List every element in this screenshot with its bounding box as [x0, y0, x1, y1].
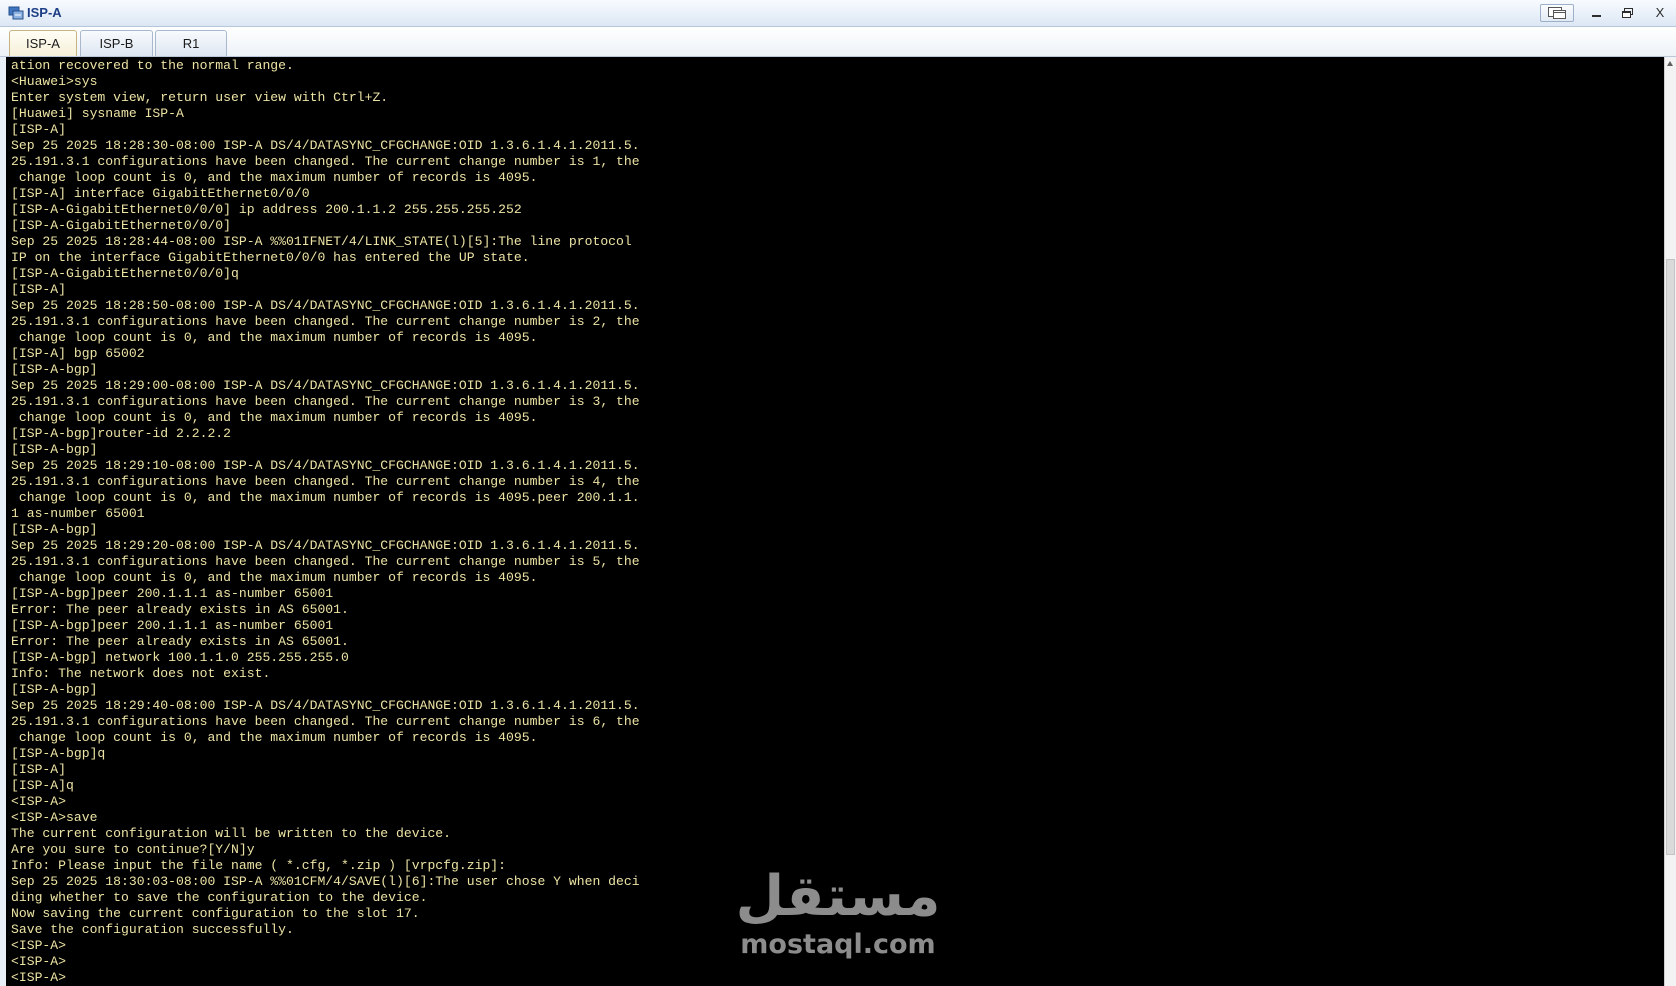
tab-r1[interactable]: R1	[155, 30, 227, 56]
terminal-line: 25.191.3.1 configurations have been chan…	[11, 714, 640, 729]
terminal-line: [ISP-A-bgp]q	[11, 746, 106, 761]
tab-label: R1	[182, 36, 200, 51]
vertical-scrollbar[interactable]	[1664, 57, 1676, 986]
terminal-line: Now saving the current configuration to …	[11, 906, 420, 921]
terminal-line: Error: The peer already exists in AS 650…	[11, 634, 349, 649]
terminal-line: [ISP-A-GigabitEthernet0/0/0] ip address …	[11, 202, 522, 217]
restore-button[interactable]	[1615, 4, 1639, 22]
terminal-line: Sep 25 2025 18:28:50-08:00 ISP-A DS/4/DA…	[11, 298, 640, 313]
scrollbar-thumb[interactable]	[1666, 259, 1675, 855]
tab-isp-b[interactable]: ISP-B	[80, 30, 153, 56]
terminal-line: [Huawei] sysname ISP-A	[11, 106, 184, 121]
terminal-line: <ISP-A>	[11, 970, 67, 985]
terminal-line: change loop count is 0, and the maximum …	[11, 570, 538, 585]
terminal-line: [ISP-A]	[11, 762, 67, 777]
terminal-line: Save the configuration successfully.	[11, 922, 294, 937]
minimize-icon	[1592, 15, 1601, 17]
terminal-line: change loop count is 0, and the maximum …	[11, 170, 538, 185]
terminal-line: change loop count is 0, and the maximum …	[11, 730, 538, 745]
terminal-line: [ISP-A-bgp]	[11, 362, 98, 377]
terminal-line: [ISP-A-GigabitEthernet0/0/0]q	[11, 266, 239, 281]
terminal-line: Enter system view, return user view with…	[11, 90, 389, 105]
terminal-line: 1 as-number 65001	[11, 506, 145, 521]
terminal-line: change loop count is 0, and the maximum …	[11, 490, 640, 505]
terminal-line: 25.191.3.1 configurations have been chan…	[11, 554, 640, 569]
scroll-up-arrow-icon[interactable]	[1667, 61, 1673, 66]
terminal-line: [ISP-A-bgp]peer 200.1.1.1 as-number 6500…	[11, 618, 334, 633]
terminal-line: [ISP-A] bgp 65002	[11, 346, 145, 361]
terminal-line: change loop count is 0, and the maximum …	[11, 330, 538, 345]
terminal-line: [ISP-A-bgp]router-id 2.2.2.2	[11, 426, 232, 441]
terminal-line: Sep 25 2025 18:29:40-08:00 ISP-A DS/4/DA…	[11, 698, 640, 713]
terminal-line: [ISP-A-bgp]	[11, 682, 98, 697]
close-button[interactable]: X	[1647, 4, 1673, 22]
terminal-line: 25.191.3.1 configurations have been chan…	[11, 474, 640, 489]
terminal-line: Sep 25 2025 18:30:03-08:00 ISP-A %%01CFM…	[11, 874, 640, 889]
restore-icon	[1622, 8, 1633, 18]
terminal-line: The current configuration will be writte…	[11, 826, 452, 841]
terminal-line: Sep 25 2025 18:29:00-08:00 ISP-A DS/4/DA…	[11, 378, 640, 393]
terminal-line: [ISP-A-bgp] network 100.1.1.0 255.255.25…	[11, 650, 349, 665]
terminal-line: ation recovered to the normal range.	[11, 58, 294, 73]
terminal-line: 25.191.3.1 configurations have been chan…	[11, 314, 640, 329]
tab-label: ISP-B	[99, 36, 134, 51]
terminal-line: [ISP-A]	[11, 122, 67, 137]
terminal-line: <ISP-A>save	[11, 810, 98, 825]
terminal-line: Info: Please input the file name ( *.cfg…	[11, 858, 507, 873]
terminal-line: Are you sure to continue?[Y/N]y	[11, 842, 255, 857]
terminal-line: [ISP-A-bgp]peer 200.1.1.1 as-number 6500…	[11, 586, 334, 601]
terminal-console[interactable]: ation recovered to the normal range. <Hua…	[6, 57, 1664, 986]
terminal-line: <ISP-A>	[11, 794, 67, 809]
terminal-line: 25.191.3.1 configurations have been chan…	[11, 154, 640, 169]
terminal-line: change loop count is 0, and the maximum …	[11, 410, 538, 425]
terminal-line: <Huawei>sys	[11, 74, 98, 89]
terminal-line: Error: The peer already exists in AS 650…	[11, 602, 349, 617]
console-icon	[1548, 7, 1566, 19]
terminal-line: Sep 25 2025 18:29:20-08:00 ISP-A DS/4/DA…	[11, 538, 640, 553]
terminal-line: [ISP-A-bgp]	[11, 442, 98, 457]
title-bar[interactable]: ISP-A X	[0, 0, 1676, 27]
terminal-line: [ISP-A-bgp]	[11, 522, 98, 537]
terminal-line: <ISP-A>	[11, 954, 67, 969]
terminal-line: 25.191.3.1 configurations have been chan…	[11, 394, 640, 409]
window-title: ISP-A	[27, 5, 62, 20]
terminal-lines: ation recovered to the normal range. <Hua…	[11, 58, 640, 986]
minimize-button[interactable]	[1584, 4, 1608, 22]
terminal-line: [ISP-A] interface GigabitEthernet0/0/0	[11, 186, 310, 201]
tab-isp-a[interactable]: ISP-A	[9, 30, 77, 56]
tab-label: ISP-A	[26, 36, 60, 51]
terminal-line: [ISP-A]q	[11, 778, 74, 793]
tab-strip: ISP-A ISP-B R1	[0, 27, 1676, 57]
network-device-icon	[8, 5, 24, 21]
terminal-line: Info: The network does not exist.	[11, 666, 271, 681]
close-icon: X	[1655, 5, 1665, 20]
terminal-line: ding whether to save the configuration t…	[11, 890, 428, 905]
terminal-line: <ISP-A>	[11, 938, 67, 953]
terminal-line: Sep 25 2025 18:29:10-08:00 ISP-A DS/4/DA…	[11, 458, 640, 473]
console-button[interactable]	[1540, 4, 1574, 22]
terminal-line: Sep 25 2025 18:28:44-08:00 ISP-A %%01IFN…	[11, 234, 632, 249]
terminal-line: Sep 25 2025 18:28:30-08:00 ISP-A DS/4/DA…	[11, 138, 640, 153]
terminal-line: IP on the interface GigabitEthernet0/0/0…	[11, 250, 530, 265]
terminal-line: [ISP-A]	[11, 282, 67, 297]
terminal-line: [ISP-A-GigabitEthernet0/0/0]	[11, 218, 232, 233]
